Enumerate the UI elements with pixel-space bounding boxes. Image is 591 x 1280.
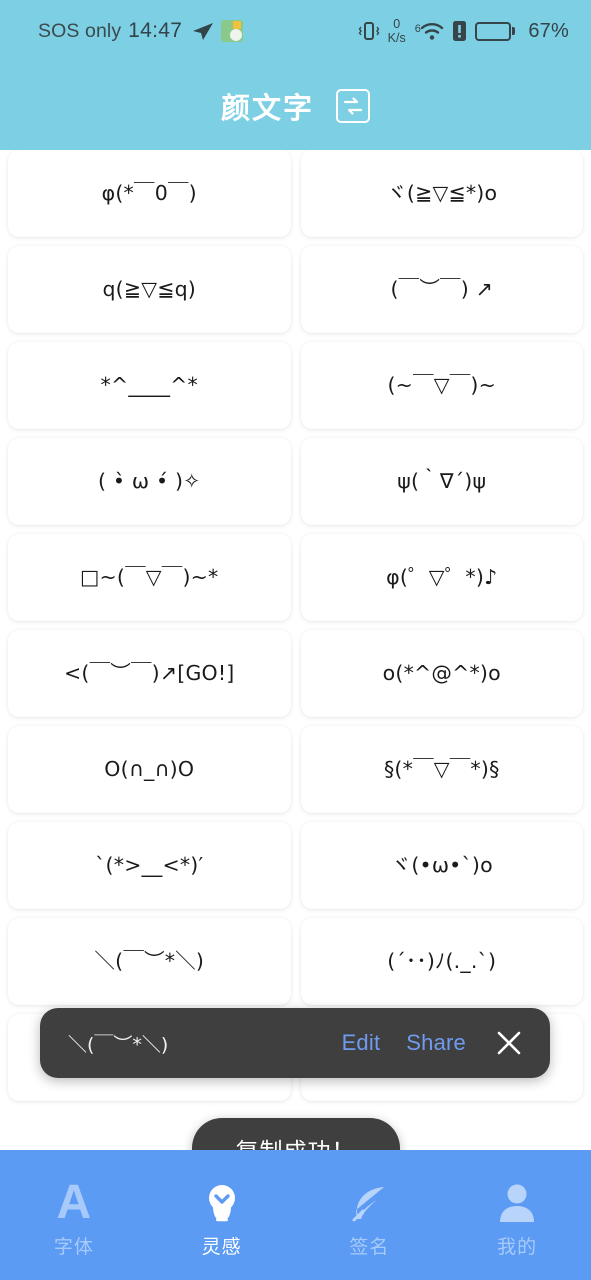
nav-label: 灵感 [201, 1236, 242, 1258]
app-icon [221, 20, 244, 42]
kaomoji-card[interactable]: ( •̀ ω •́ )✧ [8, 438, 291, 525]
kaomoji-card[interactable]: o(*^@^*)o [300, 630, 583, 717]
kaomoji-text: `(*>__<*)′ [95, 853, 204, 878]
kaomoji-card[interactable]: (~￣▽￣)~ [300, 342, 583, 429]
app-screen: SOS only 14:47 0 K/s 6 67% 颜文字 φ(*￣0￣) ヾ… [0, 0, 591, 1280]
kaomoji-card[interactable]: §(*￣▽￣*)§ [300, 726, 583, 813]
kaomoji-card[interactable]: `(*>__<*)′ [8, 822, 291, 909]
nav-label: 字体 [53, 1236, 94, 1258]
kaomoji-card[interactable]: (´･･)ﾉ(._.`) [300, 918, 583, 1005]
nav-label: 我的 [497, 1236, 538, 1258]
network-speed-value: 0 [393, 17, 401, 31]
nav-item-signature[interactable]: 签名 [296, 1150, 444, 1280]
kaomoji-card[interactable]: ヾ(•ω•`)o [300, 822, 583, 909]
letter-a-icon: A [56, 1175, 92, 1229]
carrier-label: SOS only [38, 19, 122, 42]
edit-button[interactable]: Edit [342, 1030, 381, 1056]
kaomoji-card[interactable]: q(≧▽≦q) [8, 246, 291, 333]
kaomoji-card[interactable]: *^____^* [8, 342, 291, 429]
telegram-icon [192, 20, 214, 42]
selection-action-bar: ＼(￣︶*＼) Edit Share [40, 1008, 550, 1078]
bottom-navigation: A 字体 灵感 签名 我的 [0, 1150, 591, 1280]
kaomoji-card[interactable]: φ(゜▽゜*)♪ [300, 534, 583, 621]
kaomoji-text: ＼(￣︶*＼) [94, 949, 205, 974]
lightbulb-icon [202, 1180, 242, 1226]
person-icon [497, 1180, 537, 1226]
kaomoji-card[interactable]: ＼(￣︶*＼) [8, 918, 291, 1005]
kaomoji-text: ヾ(•ω•`)o [390, 853, 493, 878]
status-bar-right: 0 K/s 6 67% [358, 18, 569, 44]
page-title: 颜文字 [220, 93, 314, 125]
status-bar-left: SOS only 14:47 [38, 19, 244, 43]
kaomoji-text: ヾ(≧▽≦*)o [386, 181, 498, 206]
kaomoji-card[interactable]: <(￣︶￣)↗[GO!] [8, 630, 291, 717]
feather-pen-icon [348, 1180, 390, 1226]
kaomoji-text: ψ(｀∇´)ψ [397, 469, 487, 494]
clock-label: 14:47 [128, 19, 183, 42]
kaomoji-text: q(≧▽≦q) [102, 277, 197, 302]
kaomoji-card[interactable]: ψ(｀∇´)ψ [300, 438, 583, 525]
network-speed-unit: K/s [387, 30, 406, 45]
close-icon[interactable] [494, 1028, 524, 1058]
kaomoji-scroll-area[interactable]: φ(*￣0￣) ヾ(≧▽≦*)o q(≧▽≦q) (￣︶￣) ↗ *^____^… [0, 150, 591, 1150]
kaomoji-card[interactable]: O(∩_∩)O [8, 726, 291, 813]
kaomoji-text: (~￣▽￣)~ [387, 373, 496, 398]
kaomoji-card[interactable]: φ(*￣0￣) [8, 150, 291, 237]
kaomoji-text: □~(￣▽￣)~* [79, 565, 219, 590]
kaomoji-card[interactable]: ヾ(≧▽≦*)o [300, 150, 583, 237]
status-bar: SOS only 14:47 0 K/s 6 67% [0, 0, 591, 62]
kaomoji-text: φ(*￣0￣) [101, 181, 197, 206]
network-speed-indicator: 0 K/s [388, 18, 406, 44]
battery-percent-label: 67% [528, 19, 569, 42]
swap-refresh-icon[interactable] [336, 89, 370, 123]
kaomoji-text: o(*^@^*)o [382, 661, 501, 686]
sim-alert-icon [452, 20, 467, 42]
kaomoji-text: φ(゜▽゜*)♪ [386, 565, 498, 590]
selected-kaomoji-preview: ＼(￣︶*＼) [68, 1033, 169, 1056]
nav-item-mine[interactable]: 我的 [443, 1150, 591, 1280]
kaomoji-text: §(*￣▽￣*)§ [383, 757, 500, 782]
kaomoji-grid: φ(*￣0￣) ヾ(≧▽≦*)o q(≧▽≦q) (￣︶￣) ↗ *^____^… [8, 150, 583, 1101]
app-header: 颜文字 [0, 62, 591, 150]
nav-label: 签名 [349, 1236, 390, 1258]
share-button[interactable]: Share [406, 1030, 466, 1056]
nav-item-font[interactable]: A 字体 [0, 1150, 148, 1280]
wifi-generation-label: 6 [414, 23, 421, 35]
vibrate-icon [358, 19, 380, 43]
kaomoji-text: (´･･)ﾉ(._.`) [387, 949, 497, 974]
kaomoji-text: *^____^* [100, 373, 198, 398]
kaomoji-text: (￣︶￣) ↗ [390, 277, 494, 302]
kaomoji-text: ( •̀ ω •́ )✧ [97, 469, 201, 494]
nav-item-inspiration[interactable]: 灵感 [148, 1150, 296, 1280]
battery-icon [474, 21, 516, 41]
kaomoji-card[interactable]: (￣︶￣) ↗ [300, 246, 583, 333]
wifi-icon: 6 [414, 21, 444, 41]
kaomoji-text: O(∩_∩)O [104, 757, 195, 782]
kaomoji-text: <(￣︶￣)↗[GO!] [64, 661, 235, 686]
kaomoji-card[interactable]: □~(￣▽￣)~* [8, 534, 291, 621]
